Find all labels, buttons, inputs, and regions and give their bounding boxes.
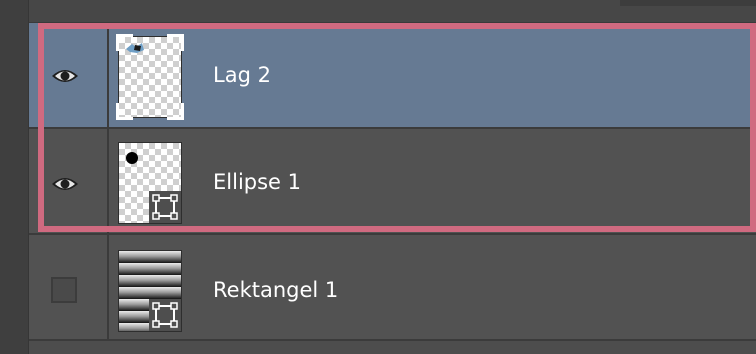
layers-panel: Lag 2 Ellipse 1 Rektangel 1	[29, 23, 756, 354]
panel-tab-edge	[620, 0, 756, 6]
layer-row-ellipse-1[interactable]: Ellipse 1	[29, 129, 756, 235]
ellipse-shape-mark	[126, 152, 138, 164]
vector-mask-icon	[149, 191, 181, 223]
visibility-toggle-rektangel-1[interactable]	[29, 235, 109, 339]
layer-thumbnail-rektangel-1[interactable]	[118, 250, 182, 332]
layer-name[interactable]: Ellipse 1	[213, 170, 301, 194]
thumbnail-selection-corner	[116, 34, 133, 51]
layer-name[interactable]: Lag 2	[213, 63, 271, 87]
eye-icon[interactable]	[50, 66, 80, 86]
layer-row-rektangel-1[interactable]: Rektangel 1	[29, 235, 756, 341]
empty-visibility-box[interactable]	[51, 277, 77, 303]
visibility-toggle-lag-2[interactable]	[29, 23, 109, 127]
vector-mask-icon	[149, 299, 181, 331]
layer-thumbnail-lag-2[interactable]	[116, 34, 184, 120]
eye-icon[interactable]	[50, 174, 80, 194]
layer-thumbnail-ellipse-1[interactable]	[118, 142, 182, 224]
panel-top-strip	[0, 0, 756, 23]
thumbnail-selection-corner	[167, 34, 184, 51]
thumbnail-selection-corner	[116, 103, 133, 120]
layer-name[interactable]: Rektangel 1	[213, 278, 338, 302]
layers-screen: Lag 2 Ellipse 1 Rektangel 1	[0, 0, 756, 354]
thumbnail-selection-corner	[167, 103, 184, 120]
visibility-toggle-ellipse-1[interactable]	[29, 129, 109, 233]
panel-left-bar	[0, 0, 29, 354]
layer-row-lag-2[interactable]: Lag 2	[29, 23, 756, 129]
